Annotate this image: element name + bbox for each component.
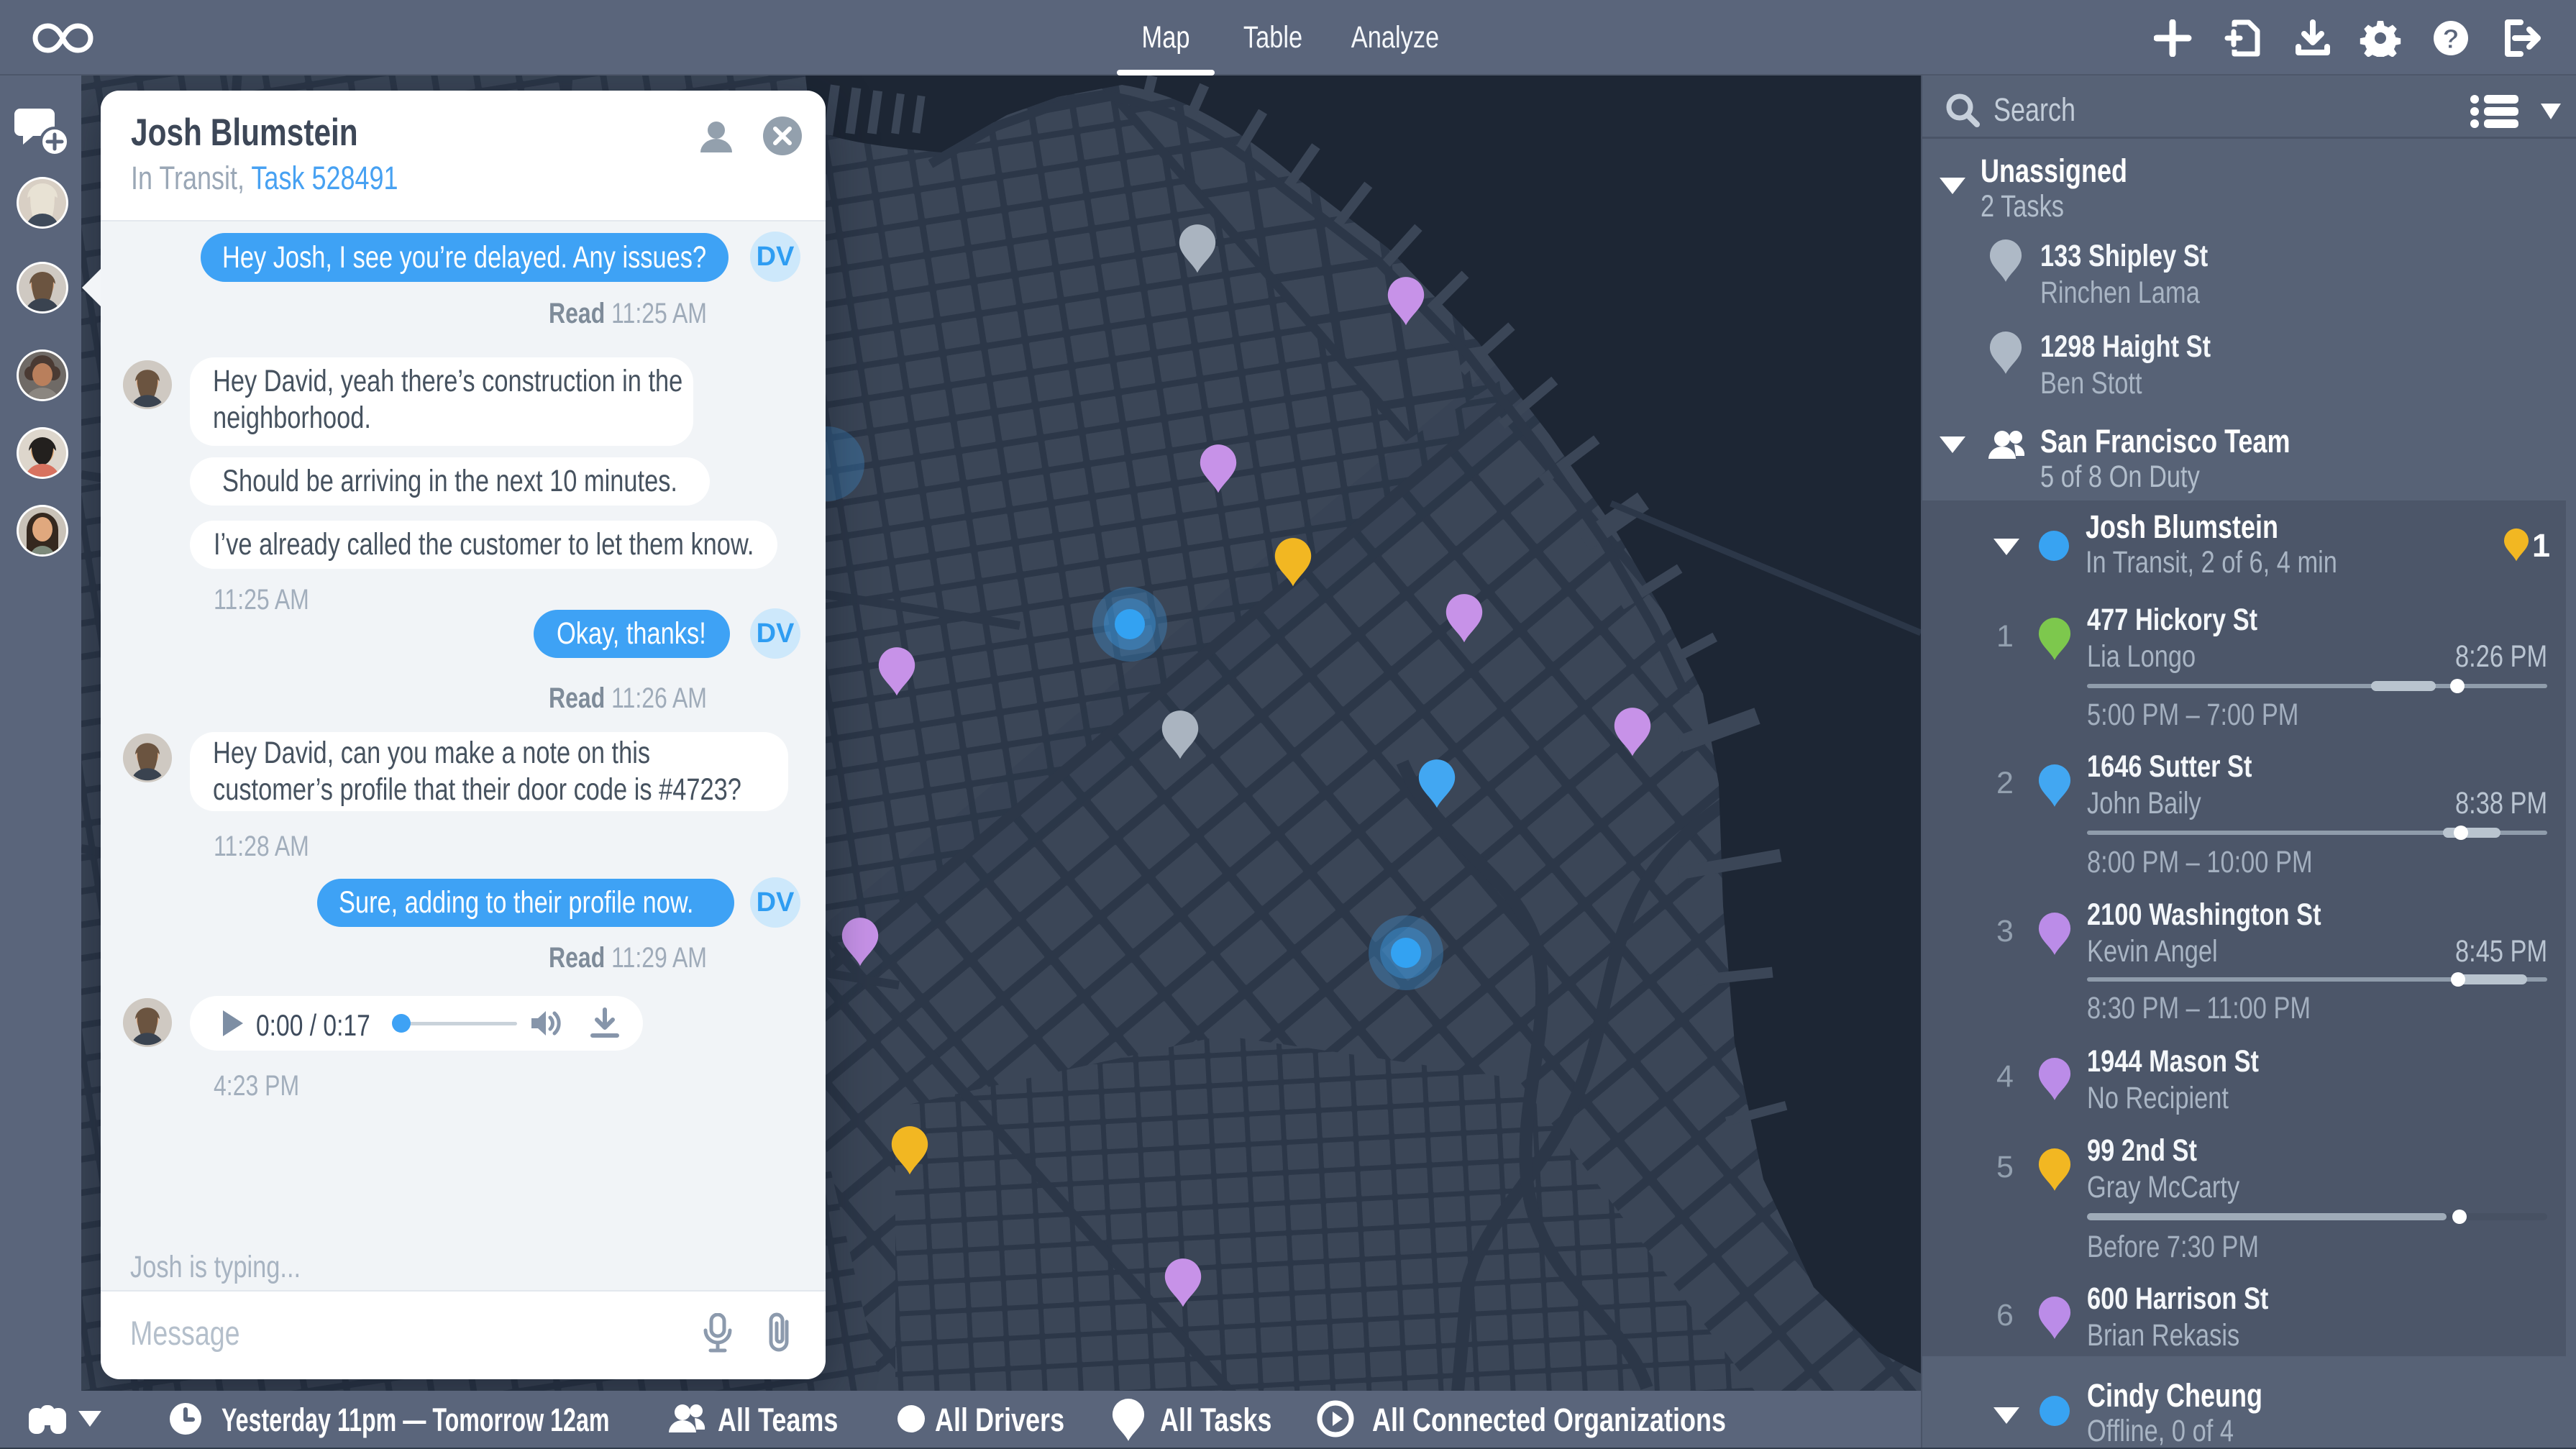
svg-text:?: ? bbox=[2442, 24, 2459, 55]
